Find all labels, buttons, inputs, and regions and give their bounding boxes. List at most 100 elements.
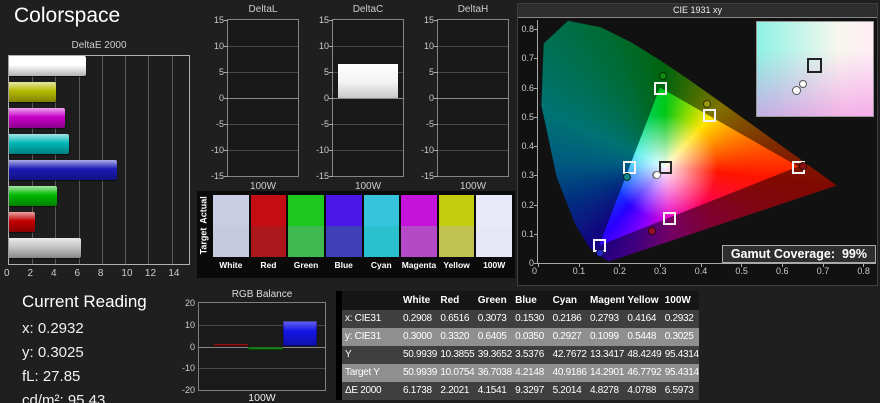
y-tick <box>434 150 438 151</box>
table-cell: 5.2014 <box>549 382 587 400</box>
table-cell: 0.2793 <box>586 310 625 328</box>
y-tick <box>434 20 438 21</box>
table-cell: 0.2927 <box>549 328 587 346</box>
gridline <box>228 124 298 125</box>
y-tick-label: 0.7 <box>521 53 534 64</box>
bar-row-magenta <box>9 108 189 128</box>
swatch-target <box>363 226 400 257</box>
table-cell: 0.1530 <box>512 310 550 328</box>
y-tick-label: -5 <box>215 118 224 129</box>
target-square-green <box>654 81 668 95</box>
y-tick-label: 0.6 <box>521 82 534 93</box>
deltac-chart: DeltaC 15 10 5 0 -5 -10 -15 100W <box>308 4 408 196</box>
y-tick-label: 0 <box>323 93 329 103</box>
x-tick-label: 6 <box>74 268 80 279</box>
x-tick-label: 0.5 <box>735 266 748 276</box>
deltae2000-plot-area <box>8 55 190 265</box>
y-tick-label: 15 <box>423 15 434 25</box>
swatch-actual <box>325 195 362 226</box>
table-row: y: CIE31 0.3000 0.3320 0.6405 0.0350 0.2927 0.… <box>342 328 700 346</box>
y-tick <box>224 98 228 99</box>
table-cell: 0.3320 <box>437 328 475 346</box>
y-tick <box>329 150 333 151</box>
deltal-plot-area: 15 10 5 0 -5 -10 -15 <box>211 15 299 181</box>
measurement-table-header: White Red Green Blue Cyan Magenta Yellow 100W <box>342 291 700 310</box>
table-row: Y 50.9939 10.3855 39.3652 3.5376 42.7672 13.34… <box>342 346 700 364</box>
y-tick <box>434 124 438 125</box>
gridline <box>438 150 508 151</box>
y-tick <box>434 176 438 177</box>
table-header-cell: Red <box>437 291 475 310</box>
gridline <box>438 98 508 99</box>
table-cell: 13.3417 <box>586 346 625 364</box>
table-cell: 0.6516 <box>437 310 475 328</box>
page-title: Colorspace <box>14 4 121 27</box>
x-tick-label: 10 <box>121 268 133 279</box>
target-square-magenta <box>662 211 676 225</box>
y-tick-label: 0.3 <box>521 170 534 181</box>
bar <box>9 134 70 154</box>
table-cell: 36.7038 <box>474 364 513 382</box>
table-cell: 0.0350 <box>512 328 550 346</box>
deltae2000-x-axis: 0 2 4 6 8 10 12 14 <box>4 268 190 280</box>
table-row: x: CIE31 0.2908 0.6516 0.3073 0.1530 0.2186 0.… <box>342 310 700 328</box>
y-tick <box>534 263 538 264</box>
measurement-table: White Red Green Blue Cyan Magenta Yellow 100W x… <box>336 291 700 400</box>
inset-target-square <box>806 58 822 74</box>
y-tick <box>224 46 228 47</box>
y-tick-label: 0.8 <box>521 24 534 35</box>
y-tick <box>224 176 228 177</box>
swatch-target <box>250 226 287 257</box>
deltae2000-chart: DeltaE 2000 0 2 4 6 8 10 12 14 <box>4 40 192 282</box>
y-tick-label: 0 <box>189 341 195 352</box>
target-square-yellow <box>702 109 716 123</box>
table-cell: 6.5973 <box>661 382 700 400</box>
swatch-actual <box>438 195 475 226</box>
swatch-actual <box>476 195 512 226</box>
current-reading-x: x: 0.2932 <box>22 320 84 337</box>
gamut-coverage-badge: Gamut Coverage: 99% <box>721 245 876 263</box>
deltal-chart-title: DeltaL <box>248 4 278 15</box>
table-cell: 2.2021 <box>437 382 475 400</box>
table-cell: 46.7792 <box>624 364 662 382</box>
y-tick <box>534 175 538 177</box>
y-tick-label: 15 <box>213 15 224 25</box>
y-tick <box>224 72 228 73</box>
swatch-label: Blue <box>334 260 353 270</box>
y-tick-label: -15 <box>420 171 434 181</box>
x-tick-label: 2 <box>27 268 34 279</box>
table-header-cell: 100W <box>661 291 700 310</box>
y-tick-label: 0 <box>218 93 224 103</box>
table-cell: 10.0754 <box>437 364 475 382</box>
table-header-cell <box>342 291 400 310</box>
bar-green <box>248 346 283 350</box>
swatch-target <box>325 226 362 257</box>
table-cell: 4.2148 <box>512 364 550 382</box>
bar <box>9 160 118 180</box>
measurement-table-body: x: CIE31 0.2908 0.6516 0.3073 0.1530 0.2186 0.… <box>342 310 700 400</box>
swatch-target <box>401 226 437 257</box>
table-row-label: Y <box>342 346 400 364</box>
swatch-label: Red <box>260 260 277 270</box>
y-tick <box>534 29 538 31</box>
y-tick-label: -15 <box>315 171 329 181</box>
y-tick-label: -20 <box>181 385 195 395</box>
table-row: Target Y 50.9939 10.0754 36.7038 4.2148 40.91… <box>342 364 700 382</box>
bar <box>9 238 81 258</box>
y-tick-label: 10 <box>184 319 195 330</box>
swatch-row-label-actual: Actual <box>198 196 209 224</box>
swatch-label: White <box>219 260 243 270</box>
bar-red <box>213 344 249 347</box>
bar-row-cyan <box>9 134 189 154</box>
table-cell: 4.8278 <box>586 382 625 400</box>
swatch-label: Magenta <box>401 260 437 270</box>
bar-row-green <box>9 186 189 206</box>
deltal-chart: DeltaL 15 10 5 0 -5 -10 -15 100W <box>203 4 303 196</box>
y-tick <box>329 72 333 73</box>
table-cell: 0.3073 <box>474 310 513 328</box>
swatch-target <box>288 226 324 257</box>
x-tick-label: 0.8 <box>857 266 870 276</box>
swatch-column-blue: Blue <box>325 195 362 276</box>
cie1931-title: CIE 1931 xy <box>518 4 877 18</box>
swatch-label: Cyan <box>370 260 392 270</box>
